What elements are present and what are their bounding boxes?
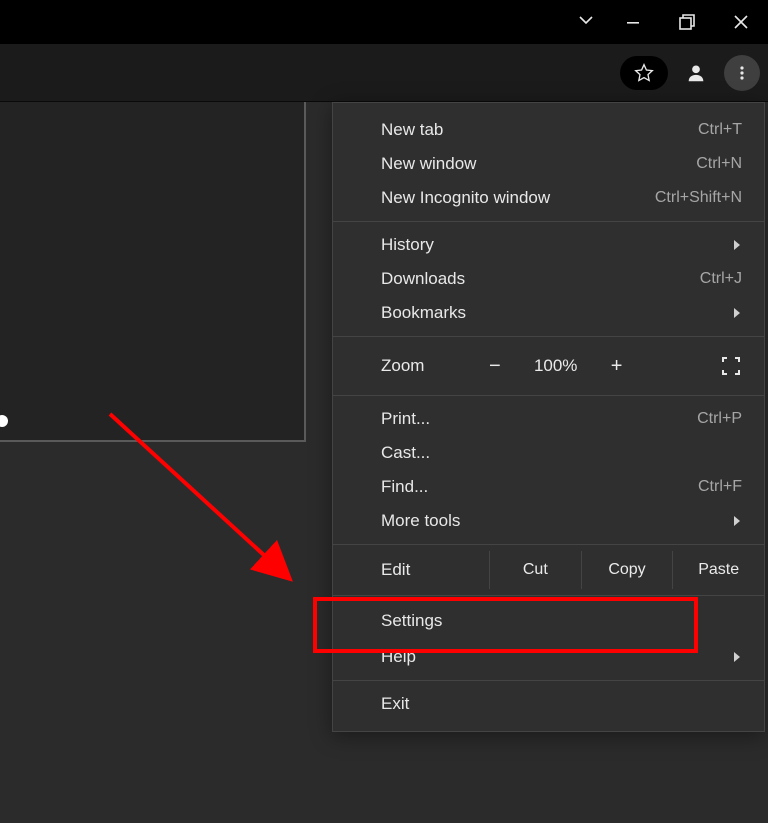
zoom-in-button[interactable]: + [611,355,623,378]
menu-label: Find... [381,477,428,497]
chevron-down-icon [576,10,596,30]
menu-shortcut: Ctrl+J [700,270,742,288]
menu-label: Downloads [381,269,465,289]
menu-item-new-incognito[interactable]: New Incognito window Ctrl+Shift+N [333,181,764,215]
menu-item-more-tools[interactable]: More tools [333,504,764,538]
minimize-icon [625,14,641,30]
close-button[interactable] [714,0,768,44]
menu-label: Bookmarks [381,303,466,323]
edit-actions: Cut Copy Paste [489,551,764,589]
menu-label: History [381,235,434,255]
menu-label: Cast... [381,443,430,463]
fullscreen-icon [721,356,741,376]
menu-item-exit[interactable]: Exit [333,687,764,721]
chevron-right-icon [732,651,742,663]
menu-separator [333,680,764,681]
menu-item-bookmarks[interactable]: Bookmarks [333,296,764,330]
profile-icon [685,62,707,84]
menu-label: Settings [381,611,442,631]
menu-separator [333,221,764,222]
menu-item-help[interactable]: Help [333,640,764,674]
menu-item-settings[interactable]: Settings [333,602,764,640]
three-dots-icon [734,65,750,81]
maximize-icon [677,12,697,32]
menu-label: New window [381,154,476,174]
menu-item-new-window[interactable]: New window Ctrl+N [333,147,764,181]
zoom-value: 100% [525,356,587,376]
browser-toolbar [0,44,768,102]
close-icon [733,14,749,30]
menu-item-history[interactable]: History [333,228,764,262]
menu-shortcut: Ctrl+F [698,478,742,496]
menu-item-find[interactable]: Find... Ctrl+F [333,470,764,504]
bookmark-button[interactable] [620,56,668,90]
menu-shortcut: Ctrl+Shift+N [655,189,742,207]
copy-button[interactable]: Copy [582,551,674,589]
tab-search-button[interactable] [576,10,596,35]
menu-label: Help [381,647,416,667]
menu-shortcut: Ctrl+T [698,121,742,139]
menu-zoom-row: Zoom − 100% + [333,343,764,389]
star-icon [634,63,654,83]
menu-label: Print... [381,409,430,429]
menu-shortcut: Ctrl+P [697,410,742,428]
menu-item-downloads[interactable]: Downloads Ctrl+J [333,262,764,296]
kebab-menu-button[interactable] [724,55,760,91]
menu-item-cast[interactable]: Cast... [333,436,764,470]
menu-separator [333,395,764,396]
paste-button[interactable]: Paste [673,551,764,589]
browser-main-menu: New tab Ctrl+T New window Ctrl+N New Inc… [332,102,765,732]
window-titlebar [0,0,768,44]
menu-separator [333,544,764,545]
minimize-button[interactable] [606,0,660,44]
menu-separator [333,595,764,596]
menu-label: New tab [381,120,443,140]
zoom-out-button[interactable]: − [489,355,501,378]
menu-label: Exit [381,694,409,714]
menu-item-new-tab[interactable]: New tab Ctrl+T [333,113,764,147]
fullscreen-button[interactable] [718,356,744,376]
zoom-label: Zoom [381,356,489,376]
cut-button[interactable]: Cut [490,551,582,589]
zoom-controls: − 100% + [489,355,752,378]
chevron-right-icon [732,307,742,319]
submenu-chevron [732,515,742,527]
edit-label: Edit [381,560,489,580]
chevron-right-icon [732,515,742,527]
submenu-chevron [732,239,742,251]
profile-button[interactable] [678,55,714,91]
submenu-chevron [732,651,742,663]
menu-separator [333,336,764,337]
maximize-button[interactable] [660,0,714,44]
submenu-chevron [732,307,742,319]
menu-label: New Incognito window [381,188,550,208]
page-content-area [0,102,306,442]
menu-shortcut: Ctrl+N [696,155,742,173]
menu-edit-row: Edit Cut Copy Paste [333,551,764,589]
menu-label: More tools [381,511,460,531]
menu-item-print[interactable]: Print... Ctrl+P [333,402,764,436]
chevron-right-icon [732,239,742,251]
